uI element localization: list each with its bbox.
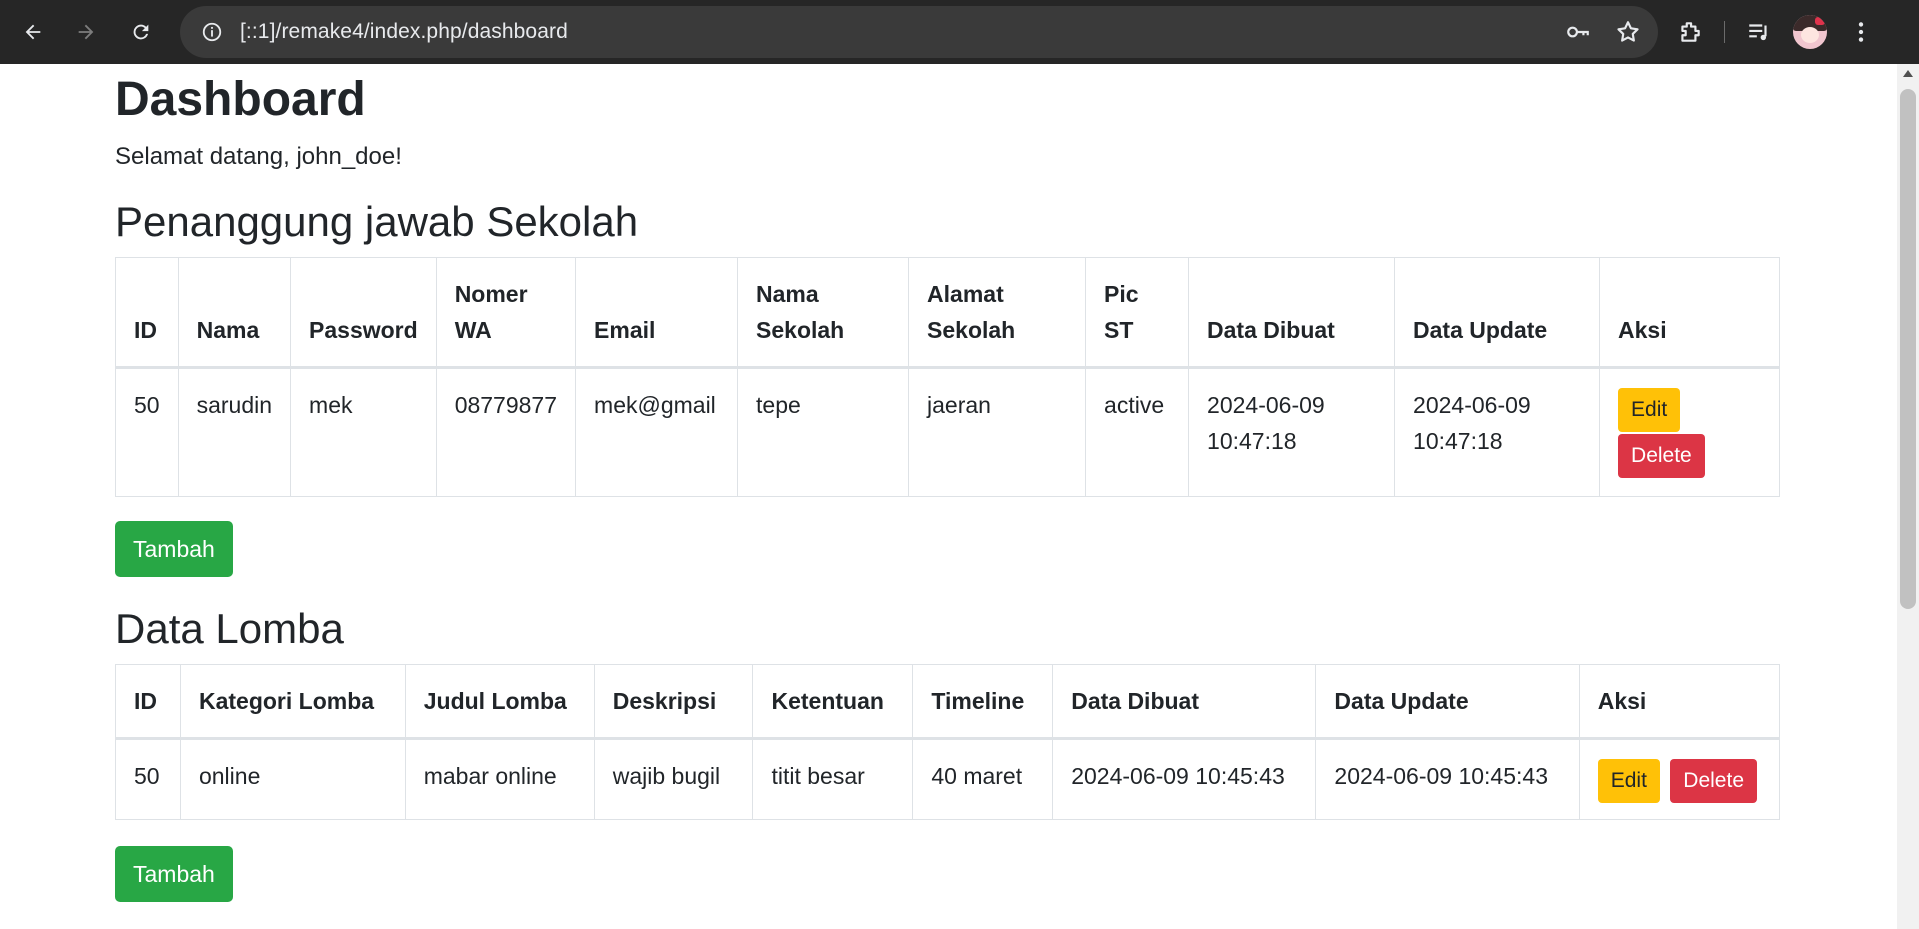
cell-pic-st: active bbox=[1085, 367, 1190, 497]
column-header: Email bbox=[575, 257, 739, 369]
cell-id: 50 bbox=[115, 367, 179, 497]
page-title: Dashboard bbox=[115, 73, 366, 126]
column-header: Aksi bbox=[1599, 257, 1780, 369]
edit-button[interactable]: Edit bbox=[1597, 759, 1660, 803]
welcome-text: Selamat datang, john_doe! bbox=[115, 143, 402, 170]
cell-data-update: 2024-06-09 10:47:18 bbox=[1394, 367, 1601, 497]
column-header: ID bbox=[115, 257, 179, 369]
kebab-menu-icon[interactable] bbox=[1841, 12, 1881, 52]
lomba-table: ID Kategori Lomba Judul Lomba Deskripsi … bbox=[115, 664, 1781, 820]
edit-button[interactable]: Edit bbox=[1618, 388, 1681, 432]
column-header: Data Update bbox=[1394, 257, 1601, 369]
cell-aksi: Edit Delete bbox=[1578, 738, 1781, 820]
column-header: ID bbox=[115, 664, 181, 740]
column-header: Aksi bbox=[1578, 664, 1781, 740]
column-header: Alamat Sekolah bbox=[908, 257, 1087, 369]
puzzle-icon[interactable] bbox=[1670, 12, 1710, 52]
url-text[interactable]: [::1]/remake4/index.php/dashboard bbox=[240, 20, 568, 44]
reload-button[interactable] bbox=[121, 12, 161, 52]
toolbar-divider bbox=[1724, 21, 1725, 43]
cell-id: 50 bbox=[115, 738, 181, 820]
scrollbar-thumb[interactable] bbox=[1900, 89, 1916, 609]
column-header: Nomer WA bbox=[435, 257, 577, 369]
cell-nama-sekolah: tepe bbox=[737, 367, 910, 497]
cell-aksi: Edit Delete bbox=[1599, 367, 1780, 497]
cell-data-dibuat: 2024-06-09 10:45:43 bbox=[1052, 738, 1317, 820]
add-pj-button[interactable]: Tambah bbox=[115, 521, 233, 577]
profile-avatar[interactable] bbox=[1793, 15, 1827, 49]
arrow-right-icon bbox=[78, 24, 94, 40]
column-header: Ketentuan bbox=[752, 664, 914, 740]
cell-nama: sarudin bbox=[177, 367, 292, 497]
column-header: Timeline bbox=[912, 664, 1054, 740]
column-header: Pic ST bbox=[1085, 257, 1190, 369]
add-lomba-button[interactable]: Tambah bbox=[115, 846, 233, 902]
cell-email: mek@gmail bbox=[575, 367, 739, 497]
browser-toolbar: [::1]/remake4/index.php/dashboard bbox=[0, 0, 1919, 64]
table-header-row: ID Kategori Lomba Judul Lomba Deskripsi … bbox=[115, 664, 1781, 740]
column-header: Data Dibuat bbox=[1188, 257, 1396, 369]
delete-button[interactable]: Delete bbox=[1670, 759, 1757, 803]
column-header: Nama bbox=[177, 257, 292, 369]
cell-password: mek bbox=[290, 367, 437, 497]
column-header: Password bbox=[290, 257, 437, 369]
info-icon[interactable] bbox=[194, 14, 230, 50]
address-bar[interactable]: [::1]/remake4/index.php/dashboard bbox=[180, 6, 1658, 58]
key-icon[interactable] bbox=[1560, 14, 1596, 50]
column-header: Kategori Lomba bbox=[179, 664, 406, 740]
cell-deskripsi: wajib bugil bbox=[593, 738, 754, 820]
page-scrollbar[interactable] bbox=[1897, 64, 1919, 929]
cell-timeline: 40 maret bbox=[912, 738, 1054, 820]
pj-section-title: Penanggung jawab Sekolah bbox=[115, 198, 639, 245]
column-header: Deskripsi bbox=[593, 664, 754, 740]
pj-table: ID Nama Password Nomer WA Email Nama Sek… bbox=[115, 257, 1780, 497]
table-header-row: ID Nama Password Nomer WA Email Nama Sek… bbox=[115, 257, 1780, 369]
arrow-left-icon bbox=[25, 24, 41, 40]
scroll-up-icon[interactable] bbox=[1903, 70, 1913, 77]
cell-nomer-wa: 08779877 bbox=[435, 367, 577, 497]
column-header: Judul Lomba bbox=[404, 664, 595, 740]
lomba-section-title: Data Lomba bbox=[115, 605, 344, 652]
column-header: Data Update bbox=[1315, 664, 1580, 740]
cell-kategori: online bbox=[179, 738, 406, 820]
reload-icon bbox=[133, 24, 149, 40]
column-header: Nama Sekolah bbox=[737, 257, 910, 369]
cell-alamat-sekolah: jaeran bbox=[908, 367, 1087, 497]
cell-ketentuan: titit besar bbox=[752, 738, 914, 820]
cell-data-dibuat: 2024-06-09 10:47:18 bbox=[1188, 367, 1396, 497]
star-icon[interactable] bbox=[1610, 14, 1646, 50]
delete-button[interactable]: Delete bbox=[1618, 434, 1705, 478]
back-button[interactable] bbox=[13, 12, 53, 52]
table-row: 50 sarudin mek 08779877 mek@gmail tepe j… bbox=[115, 367, 1780, 497]
cell-judul: mabar online bbox=[404, 738, 595, 820]
table-row: 50 online mabar online wajib bugil titit… bbox=[115, 738, 1781, 820]
forward-button[interactable] bbox=[66, 12, 106, 52]
media-control-icon[interactable] bbox=[1739, 12, 1779, 52]
cell-data-update: 2024-06-09 10:45:43 bbox=[1315, 738, 1580, 820]
column-header: Data Dibuat bbox=[1052, 664, 1317, 740]
